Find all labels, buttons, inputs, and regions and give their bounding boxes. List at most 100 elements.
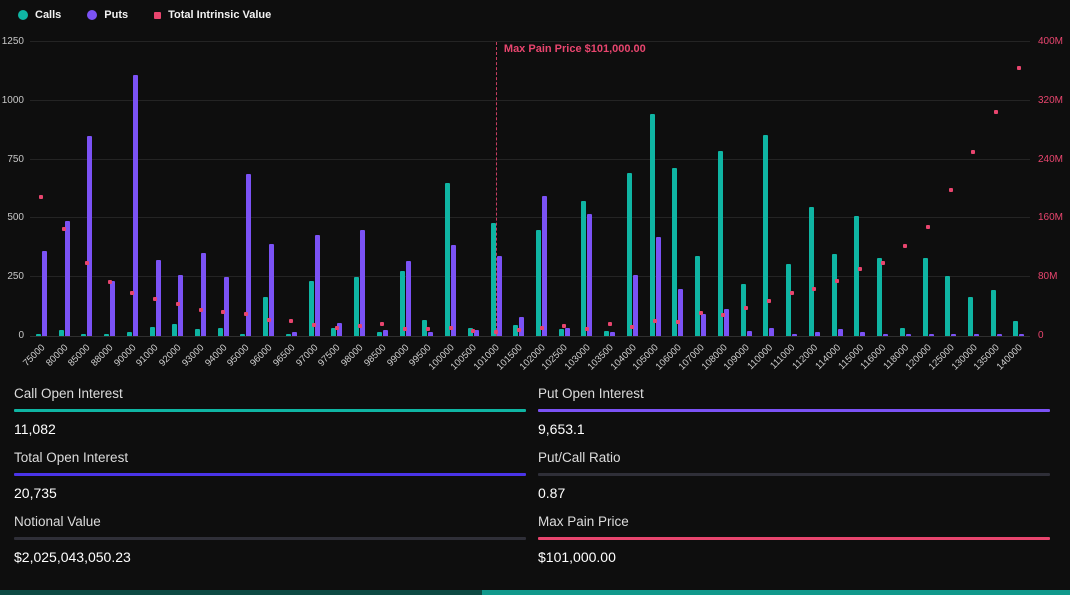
intrinsic-value-marker xyxy=(517,328,521,332)
calls-legend-marker-icon xyxy=(18,10,28,20)
puts-bar xyxy=(838,329,843,336)
legend-item-calls[interactable]: Calls xyxy=(18,9,61,21)
scrollbar-thumb[interactable] xyxy=(482,590,1070,595)
y-axis-tick-right: 400M xyxy=(1038,37,1063,47)
stat-underline xyxy=(14,409,526,412)
puts-bar xyxy=(701,314,706,336)
chart-legend: Calls Puts Total Intrinsic Value xyxy=(18,9,271,21)
bar-group-85000[interactable] xyxy=(75,42,98,336)
bar-group-115000[interactable] xyxy=(848,42,871,336)
calls-bar xyxy=(240,334,245,336)
bar-group-111000[interactable] xyxy=(780,42,803,336)
intrinsic-value-marker xyxy=(767,299,771,303)
bar-group-114000[interactable] xyxy=(826,42,849,336)
puts-bar xyxy=(497,256,502,336)
bar-group-98500[interactable] xyxy=(371,42,394,336)
puts-bar xyxy=(42,251,47,336)
bar-group-102500[interactable] xyxy=(553,42,576,336)
legend-item-intrinsic[interactable]: Total Intrinsic Value xyxy=(154,9,271,21)
stat-value: $101,000.00 xyxy=(538,549,1050,565)
bar-group-105000[interactable] xyxy=(644,42,667,336)
intrinsic-value-marker xyxy=(426,327,430,331)
puts-bar xyxy=(587,214,592,336)
y-axis-tick-left: 1250 xyxy=(2,37,24,47)
bar-group-106000[interactable] xyxy=(667,42,690,336)
bar-group-110000[interactable] xyxy=(758,42,781,336)
stat-value: 9,653.1 xyxy=(538,421,1050,437)
intrinsic-value-marker xyxy=(699,311,703,315)
puts-bar xyxy=(974,334,979,336)
bar-group-125000[interactable] xyxy=(939,42,962,336)
puts-bar xyxy=(65,221,70,336)
calls-bar xyxy=(718,151,723,336)
bar-group-104000[interactable] xyxy=(621,42,644,336)
bar-groups xyxy=(30,42,1030,336)
bar-group-103000[interactable] xyxy=(576,42,599,336)
bar-group-103500[interactable] xyxy=(598,42,621,336)
intrinsic-value-marker xyxy=(494,330,498,334)
options-max-pain-dashboard: Calls Puts Total Intrinsic Value Max Pai… xyxy=(0,0,1070,595)
bar-group-99000[interactable] xyxy=(394,42,417,336)
bar-group-101500[interactable] xyxy=(507,42,530,336)
intrinsic-value-marker xyxy=(199,308,203,312)
bar-group-96500[interactable] xyxy=(280,42,303,336)
intrinsic-value-marker xyxy=(676,320,680,324)
legend-item-puts[interactable]: Puts xyxy=(87,9,128,21)
bar-group-75000[interactable] xyxy=(30,42,53,336)
puts-bar xyxy=(815,332,820,336)
calls-bar xyxy=(559,329,564,336)
bar-group-116000[interactable] xyxy=(871,42,894,336)
puts-bar xyxy=(451,245,456,336)
bar-group-135000[interactable] xyxy=(985,42,1008,336)
calls-bar xyxy=(104,334,109,336)
intrinsic-value-marker xyxy=(585,327,589,331)
calls-bar xyxy=(877,258,882,336)
stat-put-call-ratio: Put/Call Ratio 0.87 xyxy=(538,450,1050,501)
bar-group-102000[interactable] xyxy=(530,42,553,336)
intrinsic-value-marker xyxy=(926,225,930,229)
bar-group-100500[interactable] xyxy=(462,42,485,336)
bar-group-90000[interactable] xyxy=(121,42,144,336)
puts-bar xyxy=(360,230,365,336)
bar-group-95000[interactable] xyxy=(235,42,258,336)
bar-group-98000[interactable] xyxy=(348,42,371,336)
y-axis-tick-right: 160M xyxy=(1038,213,1063,223)
bar-group-93000[interactable] xyxy=(189,42,212,336)
bar-group-91000[interactable] xyxy=(144,42,167,336)
calls-bar xyxy=(581,201,586,336)
bar-group-112000[interactable] xyxy=(803,42,826,336)
legend-label-intrinsic: Total Intrinsic Value xyxy=(168,9,271,21)
puts-bar xyxy=(87,136,92,336)
bar-group-109000[interactable] xyxy=(735,42,758,336)
bottom-scrollbar[interactable] xyxy=(0,590,1070,595)
stat-label: Call Open Interest xyxy=(14,386,526,401)
bar-group-140000[interactable] xyxy=(1008,42,1031,336)
calls-bar xyxy=(604,331,609,336)
calls-bar xyxy=(854,216,859,336)
bar-group-120000[interactable] xyxy=(917,42,940,336)
bar-group-108000[interactable] xyxy=(712,42,735,336)
puts-bar xyxy=(610,332,615,336)
calls-bar xyxy=(81,334,86,336)
bar-group-130000[interactable] xyxy=(962,42,985,336)
bar-group-99500[interactable] xyxy=(416,42,439,336)
bar-group-100000[interactable] xyxy=(439,42,462,336)
bar-group-94000[interactable] xyxy=(212,42,235,336)
bar-group-88000[interactable] xyxy=(98,42,121,336)
bar-group-96000[interactable] xyxy=(257,42,280,336)
intrinsic-value-marker xyxy=(289,319,293,323)
bar-group-97000[interactable] xyxy=(303,42,326,336)
intrinsic-value-marker xyxy=(244,312,248,316)
bar-group-97500[interactable] xyxy=(326,42,349,336)
calls-bar xyxy=(832,254,837,336)
bar-group-118000[interactable] xyxy=(894,42,917,336)
bar-group-107000[interactable] xyxy=(689,42,712,336)
plot-area: Max Pain Price $101,000.00 0250500750100… xyxy=(30,42,1030,337)
bar-group-101000[interactable] xyxy=(485,42,508,336)
puts-bar xyxy=(315,235,320,336)
stat-label: Notional Value xyxy=(14,514,526,529)
bar-group-92000[interactable] xyxy=(166,42,189,336)
stat-underline xyxy=(538,409,1050,412)
bar-group-80000[interactable] xyxy=(53,42,76,336)
puts-bar xyxy=(769,328,774,336)
